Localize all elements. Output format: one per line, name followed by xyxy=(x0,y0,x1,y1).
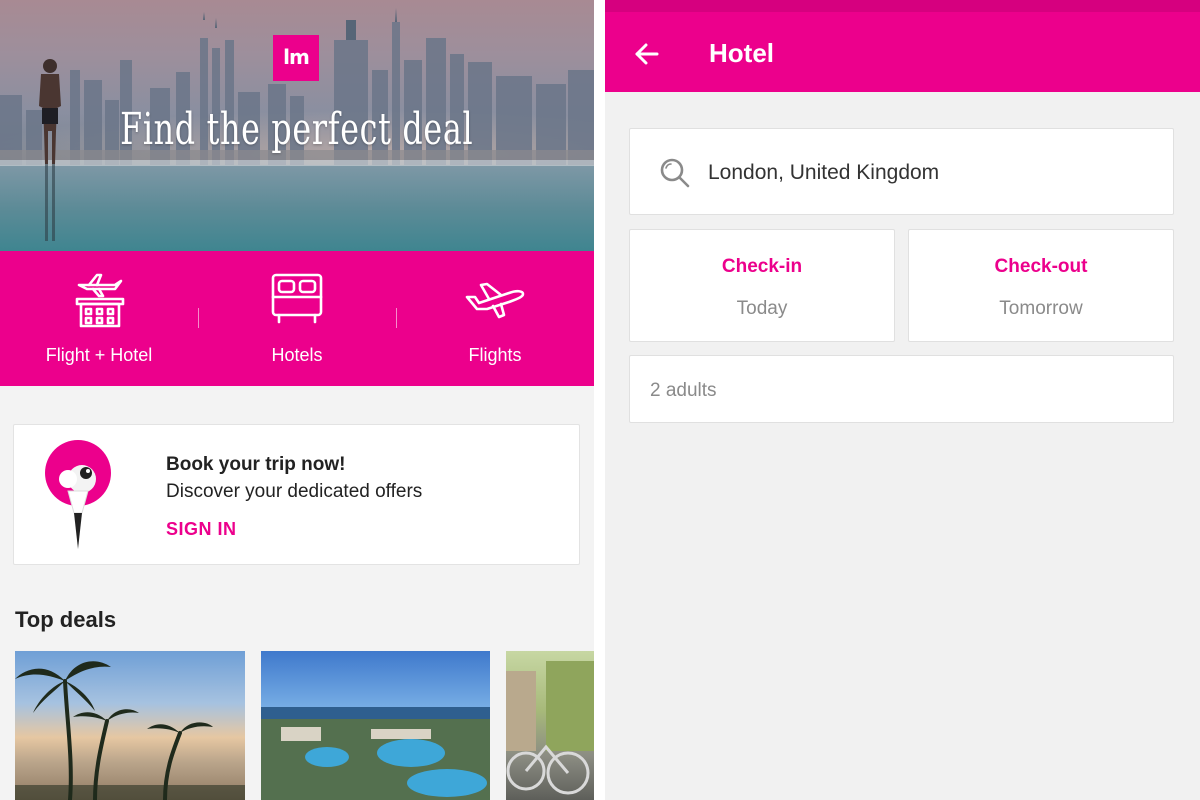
check-out-value: Tomorrow xyxy=(999,298,1083,319)
deal-card-palm-beach[interactable] xyxy=(15,651,245,800)
arrow-left-icon[interactable] xyxy=(629,36,665,72)
signin-title: Book your trip now! xyxy=(166,454,346,475)
guests-value: 2 adults xyxy=(650,380,717,401)
infinity-pool xyxy=(0,165,594,251)
check-in-label: Check-in xyxy=(721,256,803,277)
bed-icon xyxy=(271,273,323,324)
city-bicycles-photo xyxy=(506,661,594,795)
check-out-label: Check-out xyxy=(994,256,1088,277)
category-label: Flight + Hotel xyxy=(45,345,153,365)
screen-divider xyxy=(594,0,605,800)
check-out-picker[interactable]: Check-out Tomorrow xyxy=(908,229,1174,342)
flight-hotel-icon xyxy=(75,273,125,328)
sign-in-link[interactable]: SIGN IN xyxy=(166,519,237,540)
hero-banner: lm Find the perfect deal xyxy=(0,0,594,251)
search-icon xyxy=(660,158,690,188)
status-bar xyxy=(605,0,1200,12)
palm-beach-photo xyxy=(15,661,245,800)
category-label: Hotels xyxy=(271,345,323,365)
flamingo-mascot-icon xyxy=(45,440,111,549)
category-hotels[interactable]: Hotels xyxy=(198,251,396,386)
category-label: Flights xyxy=(468,345,522,365)
check-in-picker[interactable]: Check-in Today xyxy=(629,229,895,342)
destination-search-field[interactable]: London, United Kingdom xyxy=(629,128,1174,215)
pool-edge xyxy=(0,160,594,166)
category-flights[interactable]: Flights xyxy=(396,251,594,386)
deal-card-resort-pool[interactable] xyxy=(261,651,490,800)
destination-value: London, United Kingdom xyxy=(708,161,940,184)
hero-tagline: Find the perfect deal xyxy=(120,104,474,155)
top-deals-heading: Top deals xyxy=(15,607,117,632)
signin-subtitle: Discover your dedicated offers xyxy=(166,481,423,502)
airplane-icon xyxy=(465,282,525,319)
check-in-value: Today xyxy=(736,298,788,319)
signin-promo-card: Book your trip now! Discover your dedica… xyxy=(13,424,580,565)
lastminute-logo: lm xyxy=(273,35,319,81)
page-title: Hotel xyxy=(709,38,774,68)
category-bar: Flight + Hotel Hotels Flights xyxy=(0,251,594,386)
person-silhouette xyxy=(39,59,61,241)
guests-selector[interactable]: 2 adults xyxy=(629,355,1174,423)
category-flight-hotel[interactable]: Flight + Hotel xyxy=(0,251,198,386)
deal-card-city-bicycles[interactable] xyxy=(506,651,594,800)
app-bar: Hotel xyxy=(605,0,1200,92)
home-screen: lm Find the perfect deal Flight + Hotel xyxy=(0,0,594,800)
hotel-search-screen: Hotel London, United Kingdom Check-in To… xyxy=(605,0,1200,800)
resort-pool-photo xyxy=(261,707,490,800)
